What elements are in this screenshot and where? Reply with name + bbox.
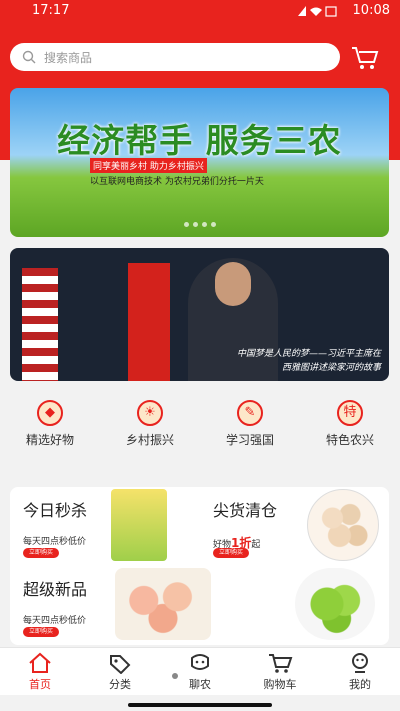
- status-bar: 17:17 10:08: [0, 0, 400, 24]
- special-icon: 特: [337, 400, 363, 426]
- grapes-image: [295, 568, 375, 640]
- nav-label: 我的: [349, 678, 371, 691]
- profile-icon: [352, 653, 368, 673]
- news-photo[interactable]: 中国梦是人民的梦——习近平主席在 西雅图讲述梁家河的故事: [10, 248, 389, 381]
- system-indicator-dot: [172, 673, 178, 679]
- bottom-nav: 首页 分类 聊农 购物车 我的: [0, 647, 400, 695]
- flash-sale-desc: 每天四点秒低价: [23, 537, 87, 547]
- clearance-button[interactable]: 立即购买: [213, 548, 249, 558]
- speaker-face: [215, 262, 251, 306]
- photo-caption-line1: 中国梦是人民的梦——习近平主席在: [236, 349, 381, 359]
- home-indicator: [128, 703, 272, 707]
- nav-category[interactable]: 分类: [80, 648, 160, 695]
- category-label: 特色农兴: [325, 433, 374, 447]
- new-arrivals-button[interactable]: 立即购买: [23, 627, 59, 637]
- photo-caption-line2: 西雅图讲述梁家河的故事: [281, 363, 381, 373]
- cart-icon[interactable]: [350, 43, 380, 71]
- new-arrivals-card[interactable]: 超级新品 每天四点秒低价 立即购买: [10, 566, 211, 645]
- peaches-image: [115, 568, 211, 640]
- category-featured[interactable]: ◆ 精选好物: [0, 392, 100, 452]
- flag-image: [22, 268, 58, 381]
- category-label: 精选好物: [25, 433, 74, 447]
- search-icon: [22, 50, 36, 64]
- category-grid: ◆ 精选好物 ☀ 乡村振兴 ✎ 学习强国 特 特色农兴: [0, 392, 400, 452]
- flag-image: [128, 263, 170, 381]
- tag-icon: [110, 655, 131, 674]
- nav-label: 首页: [29, 678, 51, 691]
- category-rural[interactable]: ☀ 乡村振兴: [100, 392, 200, 452]
- category-special[interactable]: 特 特色农兴: [300, 392, 400, 452]
- carousel-dots: [10, 212, 389, 231]
- promo-banner[interactable]: 经济帮手 服务三农 同享美丽乡村 助力乡村振兴 以互联网电商技术 为农村兄弟们分…: [10, 88, 389, 237]
- category-study[interactable]: ✎ 学习强国: [200, 392, 300, 452]
- nav-home[interactable]: 首页: [0, 648, 80, 695]
- signal-wifi-battery-icon: [298, 6, 337, 17]
- diamond-icon: ◆: [37, 400, 63, 426]
- eggs-image: [307, 489, 379, 561]
- sun-icon: ☀: [137, 400, 163, 426]
- flash-sale-title: 今日秒杀: [23, 501, 88, 520]
- status-time-left: 17:17: [32, 3, 70, 18]
- banner-tag: 同享美丽乡村 助力乡村振兴: [90, 158, 207, 173]
- nav-cart[interactable]: 购物车: [240, 648, 320, 695]
- promo-panel: 今日秒杀 每天四点秒低价 立即购买 尖货清仓 好物1折起 立即购买 超级新品 每…: [10, 487, 389, 645]
- nav-profile[interactable]: 我的: [320, 648, 400, 695]
- clearance-card[interactable]: 尖货清仓 好物1折起 立即购买: [200, 487, 389, 566]
- banner-title: 经济帮手 服务三农: [57, 121, 342, 160]
- status-time-right: 10:08: [352, 3, 390, 18]
- clearance-title: 尖货清仓: [213, 501, 278, 520]
- flash-sale-card[interactable]: 今日秒杀 每天四点秒低价 立即购买: [10, 487, 199, 566]
- rice-bag-image: [111, 489, 167, 561]
- search-bar[interactable]: 搜索商品: [10, 43, 340, 71]
- nav-label: 购物车: [263, 678, 297, 691]
- search-placeholder: 搜索商品: [44, 51, 93, 65]
- category-label: 乡村振兴: [125, 433, 174, 447]
- nav-label: 分类: [109, 678, 131, 691]
- chat-icon: [191, 654, 209, 670]
- new-arrivals-title: 超级新品: [23, 580, 88, 599]
- grapes-card[interactable]: [200, 566, 389, 645]
- nav-chat[interactable]: 聊农: [160, 648, 240, 695]
- nav-label: 聊农: [189, 678, 211, 691]
- home-icon: [29, 652, 51, 673]
- category-label: 学习强国: [225, 433, 274, 447]
- banner-subtitle: 以互联网电商技术 为农村兄弟们分托一片天: [90, 177, 264, 187]
- cart-icon: [269, 654, 293, 673]
- new-arrivals-desc: 每天四点秒低价: [23, 616, 87, 626]
- flash-sale-button[interactable]: 立即购买: [23, 548, 59, 558]
- pen-icon: ✎: [237, 400, 263, 426]
